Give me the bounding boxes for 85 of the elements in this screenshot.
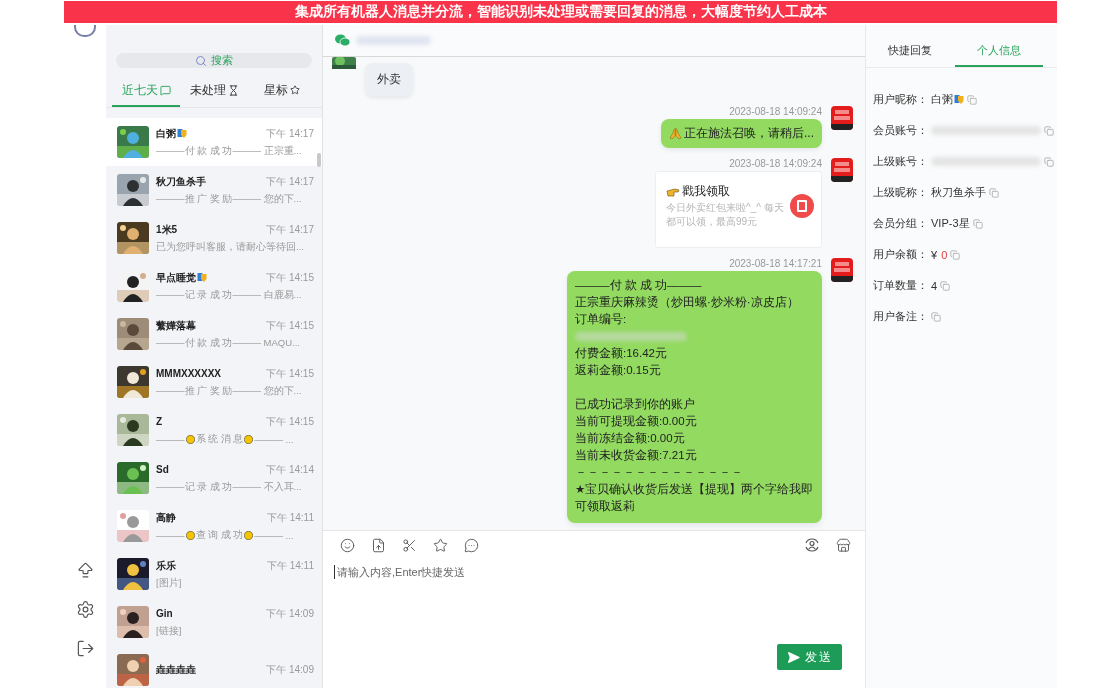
message-preview: ———付 款 成 功——— 正宗重... [156,144,303,158]
contact-name: 垚垚垚垚 [156,663,196,677]
message-preview: [链接] [156,624,183,638]
message-time: 2023-08-18 14:09:24 [729,106,822,117]
message-preview: ——— 系 统 消 息 ——— ... [156,432,295,446]
message-input[interactable]: 请输入内容,Enter快捷发送 [337,566,637,578]
message-time: 2023-08-18 14:17:21 [729,258,822,269]
panel-tab[interactable]: 快捷回复 [866,35,955,67]
field-label: 订单数量： [873,278,928,293]
message-preview: ———推 广 奖 励——— 您的下... [156,384,303,398]
message-time: 下午 14:17 [266,174,314,189]
field-label: 会员分组： [873,216,928,231]
field-label: 用户余额： [873,247,928,262]
field-value: ¥ 0 [931,248,948,261]
message-time: 下午 14:09 [266,606,314,621]
contact-name: 高静 [156,510,176,525]
field-label: 会员账号： [873,123,928,138]
contact-name: 蘩嬅落幕 [156,318,196,333]
banner-text: 集成所有机器人消息并分流，智能识别未处理或需要回复的消息，大幅度节约人工成本 [64,1,1057,23]
message-time: 下午 14:17 [266,222,314,237]
message-time: 下午 14:15 [266,414,314,429]
field-label: 上级账号： [873,154,928,169]
contact-name: Gin [156,608,173,619]
message-line: ———付 款 成 功——— [575,278,703,293]
message-line: 返莉金额:0.15元 [575,363,662,378]
message-line: 当前未收货金额:7.21元 [575,448,698,463]
conversation-item[interactable]: 蘩嬅落幕 下午 14:15 ———付 款 成 功——— MAQU... [106,310,322,358]
message-time: 下午 14:15 [266,366,314,381]
message-time: 下午 14:17 [266,126,314,141]
field-value: 白粥 [931,92,964,107]
filter-tab[interactable]: 未处理 [180,75,248,107]
message-line: 已成功记录到你的账户 [575,397,696,412]
field-label: 用户备注： [873,309,928,324]
contact-name: 1米5 [156,222,178,237]
message-preview: ———付 款 成 功——— MAQU... [156,336,301,350]
message-bubble: 外卖 [365,63,413,96]
message-preview: ———记 录 成 功——— 不入耳... [156,480,303,494]
message-time: 下午 14:09 [266,663,314,677]
message-preview: [图片] [156,576,183,590]
field-value: VIP-3星 [931,216,970,231]
conversation-item[interactable]: MMMXXXXXX 下午 14:15 ———推 广 奖 励——— 您的下... [106,358,322,406]
contact-name: Z [156,416,163,427]
conversation-item[interactable]: 1米5 下午 14:17 已为您呼叫客服，请耐心等待回... [106,214,322,262]
message-time: 2023-08-18 14:09:24 [729,158,822,169]
conversation-item[interactable]: Sd 下午 14:14 ———记 录 成 功——— 不入耳... [106,454,322,502]
contact-name: 白粥 [156,126,187,141]
field-label: 上级昵称： [873,185,928,200]
coupon-card[interactable]: 戳我领取 今日外卖红包来啦^_^ 每天都可以领，最高99元 [655,171,822,248]
card-description: 今日外卖红包来啦^_^ 每天都可以领，最高99元 [666,201,785,229]
message-bubble: 正在施法召唤，请稍后... [661,119,822,148]
message-time: 下午 14:11 [266,558,314,573]
contact-name: MMMXXXXXX [156,368,221,379]
conversation-item[interactable]: 乐乐 下午 14:11 [图片] [106,550,322,598]
contact-name: 乐乐 [156,558,176,573]
message-time: 下午 14:11 [266,510,314,525]
field-label: 用户昵称： [873,92,928,107]
message-time: 下午 14:14 [266,462,314,477]
message-preview: ———推 广 奖 励——— 您的下... [156,192,303,206]
message-line: 正宗重庆麻辣烫（炒田螺·炒米粉·凉皮店） [575,295,800,310]
message-time: 下午 14:15 [266,318,314,333]
message-preview: 已为您呼叫客服，请耐心等待回... [156,240,305,254]
contact-name: 早点睡觉 [156,270,207,285]
contact-name: Sd [156,464,169,475]
message-preview: ——— 查 询 成 功 ——— ... [156,528,295,542]
message-line: －－－－－－－－－－－－－－ [575,465,744,480]
conversation-item[interactable]: 高静 下午 14:11 ——— 查 询 成 功 ——— ... [106,502,322,550]
send-button[interactable]: 发送 [777,644,842,670]
conversation-item[interactable]: 垚垚垚垚 下午 14:09 [106,646,322,688]
conversation-item[interactable]: 白粥 下午 14:17 ———付 款 成 功——— 正宗重... [106,118,322,166]
message-preview: ———记 录 成 功——— 白鹿易... [156,288,303,302]
conversation-item[interactable]: Z 下午 14:15 ——— 系 统 消 息 ——— ... [106,406,322,454]
message-line: 当前可提现金额:0.00元 [575,414,698,429]
message-line: ★宝贝确认收货后发送【提现】两个字给我即可领取返莉 [575,482,814,514]
message-line: 订单编号: [575,312,628,327]
message-line: 当前冻结金额:0.00元 [575,431,686,446]
conversation-item[interactable]: 秋刀鱼杀手 下午 14:17 ———推 广 奖 励——— 您的下... [106,166,322,214]
filter-tab[interactable]: 星标 [248,75,316,107]
conversation-item[interactable]: 早点睡觉 下午 14:15 ———记 录 成 功——— 白鹿易... [106,262,322,310]
field-value: 4 [931,279,938,292]
contact-name: 秋刀鱼杀手 [156,174,206,189]
field-value: 秋刀鱼杀手 [931,185,986,200]
conversation-item[interactable]: Gin 下午 14:09 [链接] [106,598,322,646]
message-line: 付费金额:16.42元 [575,346,668,361]
message-time: 下午 14:15 [266,270,314,285]
card-title: 戳我领取 [666,184,813,199]
